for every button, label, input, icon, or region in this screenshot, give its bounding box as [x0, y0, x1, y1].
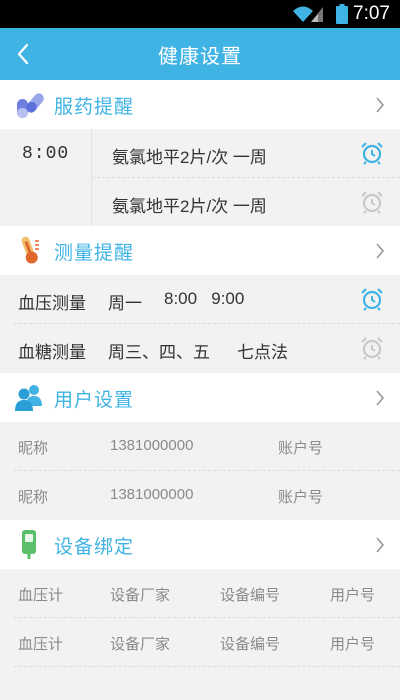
device-type: 血压计: [18, 587, 64, 604]
pills-icon: [17, 93, 44, 118]
section-title: 用户设置: [54, 390, 135, 411]
alarm-clock-icon[interactable]: [360, 336, 384, 360]
device-maker: 设备厂家: [110, 636, 171, 653]
alarm-clock-icon[interactable]: [360, 141, 384, 165]
page-title: 健康设置: [158, 46, 242, 68]
chevron-right-icon: [376, 537, 385, 553]
users-icon: [15, 385, 42, 411]
section-title: 服药提醒: [54, 97, 135, 118]
measurement-times: 七点法: [237, 343, 288, 362]
measurement-name: 血糖测量: [18, 343, 86, 362]
device-item[interactable]: 血压计 设备厂家 设备编号 用户号: [0, 618, 400, 667]
measurement-times: 8:00 9:00: [164, 289, 245, 308]
device-serial: 设备编号: [220, 587, 281, 604]
user-account: 账户号: [278, 440, 324, 457]
medication-item[interactable]: 氨氯地平2片/次 一周: [92, 178, 400, 227]
user-account: 账户号: [278, 489, 324, 506]
chevron-right-icon: [376, 390, 385, 406]
medication-item[interactable]: 氨氯地平2片/次 一周: [92, 129, 400, 178]
alarm-clock-icon[interactable]: [360, 190, 384, 214]
section-medication-header[interactable]: 服药提醒: [0, 80, 400, 130]
measurement-days: 周一: [108, 294, 142, 313]
status-time: 7:07: [353, 3, 390, 24]
chevron-right-icon: [376, 97, 385, 113]
user-nickname: 昵称: [18, 440, 49, 457]
app-bar: 健康设置: [0, 28, 400, 80]
measurement-days: 周三、四、五: [108, 343, 210, 362]
glucometer-icon: [22, 530, 36, 559]
medication-text: 氨氯地平2片/次 一周: [112, 148, 267, 167]
user-item[interactable]: 昵称 1381000000 账户号: [0, 422, 400, 471]
measurement-name: 血压测量: [18, 294, 86, 313]
section-users-header[interactable]: 用户设置: [0, 373, 400, 423]
section-title: 测量提醒: [54, 243, 135, 264]
device-user: 用户号: [330, 587, 376, 604]
signal-icon: [311, 7, 323, 22]
device-user: 用户号: [330, 636, 376, 653]
device-serial: 设备编号: [220, 636, 281, 653]
alarm-clock-icon[interactable]: [360, 287, 384, 311]
chevron-right-icon: [376, 243, 385, 259]
user-phone: 1381000000: [110, 486, 194, 503]
thermometer-icon: [21, 236, 39, 264]
measurement-item[interactable]: 血压测量 周一 8:00 9:00: [0, 275, 400, 324]
status-bar: 7:07: [0, 0, 400, 28]
measurement-item[interactable]: 血糖测量 周三、四、五 七点法: [0, 324, 400, 373]
section-title: 设备绑定: [54, 537, 135, 558]
user-nickname: 昵称: [18, 489, 49, 506]
battery-icon: [336, 4, 348, 24]
user-item[interactable]: 昵称 1381000000 账户号: [0, 471, 400, 520]
device-type: 血压计: [18, 636, 64, 653]
section-devices-header[interactable]: 设备绑定: [0, 520, 400, 570]
section-measurement-header[interactable]: 测量提醒: [0, 226, 400, 276]
medication-time: 8:00: [22, 144, 70, 164]
device-maker: 设备厂家: [110, 587, 171, 604]
medication-text: 氨氯地平2片/次 一周: [112, 197, 267, 216]
user-phone: 1381000000: [110, 437, 194, 454]
medication-time-cell: 8:00: [0, 129, 92, 227]
device-item[interactable]: 血压计 设备厂家 设备编号 用户号: [0, 569, 400, 618]
